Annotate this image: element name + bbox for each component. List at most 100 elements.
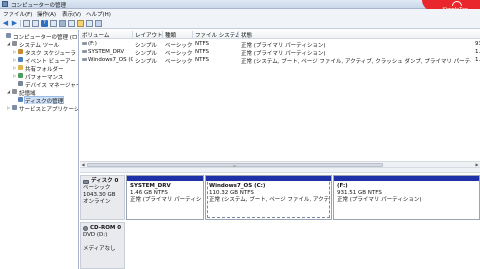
tree-item-label: システム ツール [19,42,60,49]
column-type[interactable]: 種類 [163,31,193,38]
tree-item[interactable]: ▷ イベント ビューアー [0,56,78,65]
column-filesystem[interactable]: ファイル システム [193,31,239,38]
shared-folder-icon [18,65,23,70]
partition-size: 110.32 GB NTFS [209,190,254,196]
disk-view-button[interactable] [59,20,66,27]
volume-cell: Windows7_OS (C:) [80,57,133,63]
performance-icon [18,73,23,78]
settings-button[interactable] [95,20,102,27]
tree-item-label: パフォーマンス [25,74,64,81]
volume-cell: シンプル [135,58,157,65]
disk-status: メディアなし [83,246,116,252]
storage-icon [12,89,17,94]
forward-button[interactable]: ▶ [11,20,18,27]
disk-0-label[interactable]: ディスク 0 ベーシック 1043.30 GB オンライン [80,175,125,220]
volume-name: SYSTEM_DRV [88,48,125,55]
volume-cell: NTFS [195,40,210,47]
tree-item[interactable]: ▷ サービスとアプリケーション [0,104,78,112]
partition-system-drv[interactable]: SYSTEM_DRV 1.46 GB NTFS 正常 (プライマリ パーティショ… [126,175,204,220]
menu-view[interactable]: 表示(V) [62,10,81,18]
cd-drive-icon [83,226,88,231]
tree-item-label: タスク スケジューラ [25,50,76,57]
tree-item[interactable]: ▷ タスク スケジューラ [0,48,78,57]
device-manager-icon [18,81,23,86]
toolbar: ◀ ▶ ? [0,18,480,29]
tree-item-label: 記憶域 [19,90,36,97]
tree-item[interactable]: コンピューターの管理 (ローカル) [0,32,78,41]
partition-status: 正常 (プライマリ パーティション) [337,197,422,203]
tree-item[interactable]: ディスクの管理 [0,96,78,104]
expand-arrow-icon [13,97,17,102]
tree-item[interactable]: ▷ パフォーマンス [0,72,78,81]
expand-arrow-icon[interactable]: ◢ [7,89,11,94]
column-volume[interactable]: ボリューム [80,31,133,38]
menu-file[interactable]: ファイル(F) [3,10,32,18]
disk-size: 1043.30 GB [83,192,116,198]
clock-icon [18,49,23,54]
cdrom-0-media-area[interactable] [126,222,480,269]
tree-item-label: イベント ビューアー [25,58,76,65]
services-icon [12,105,17,110]
computer-management-icon [6,33,11,38]
folder-button[interactable] [68,20,75,27]
disk-name: ディスク 0 [91,178,119,184]
tree-item[interactable]: デバイス マネージャー [0,80,78,88]
partition-size: 1.46 GB NTFS [130,190,168,196]
partition-name: SYSTEM_DRV [130,183,171,189]
partition-status: 正常 (プライマリ パーティション) [130,197,202,203]
expand-arrow-icon[interactable]: ◢ [7,41,11,46]
partition-bar [206,176,331,181]
show-hide-tree-button[interactable] [23,20,30,27]
disk-graphical-view: ディスク 0 ベーシック 1043.30 GB オンライン SYSTEM_DRV… [80,173,480,269]
partition-f[interactable]: (F:) 931.51 GB NTFS 正常 (プライマリ パーティション) [333,175,480,220]
partition-status: 正常 (システム, ブート, ページ ファイル, アクティブ [209,197,330,203]
volume-cell-clipped: 93 [475,40,480,47]
back-button[interactable]: ◀ [2,20,9,27]
expand-arrow-icon[interactable]: ▷ [13,49,17,54]
volume-cell: NTFS [195,56,210,63]
computer-management-icon [2,1,8,7]
expand-arrow-icon[interactable]: ▷ [13,73,17,78]
open-folder-button[interactable] [77,20,84,27]
volume-name: Windows7_OS (C:) [88,56,133,63]
column-layout[interactable]: レイアウト [133,31,163,38]
partition-name: (F:) [337,183,348,189]
scroll-thumb[interactable]: III [87,162,383,168]
volume-cell: ベーシック [165,58,193,65]
volume-icon [82,57,87,61]
disk-type: ベーシック [83,185,111,191]
expand-arrow-icon[interactable]: ▷ [13,65,17,70]
volume-cell-clipped: 1. [475,56,480,63]
volume-list: ボリューム レイアウト 種類 ファイル システム 状態 (F:) シンプル ベーシッ… [80,30,480,161]
volume-cell: NTFS [195,48,210,55]
volume-row[interactable]: SYSTEM_DRV シンプル ベーシック NTFS 正常 (プライマリ パーティション… [80,48,480,57]
menu-help[interactable]: ヘルプ(H) [86,10,111,18]
volume-cell-clipped: 1. [475,48,480,55]
menu-action[interactable]: 操作(A) [37,10,56,18]
volume-cell: (F:) [80,41,133,47]
partition-bar [334,176,479,181]
partition-bar [127,176,203,181]
window-title: コンピューターの管理 [11,3,67,9]
properties-button[interactable] [32,20,39,27]
volume-row[interactable]: (F:)シンプルベーシックNTFS正常 (プライマリ パーティション)93 [80,40,480,49]
help-button[interactable]: ? [41,20,48,27]
disk-status: オンライン [83,199,111,205]
refresh-button[interactable] [86,20,93,27]
cdrom-0-label[interactable]: CD-ROM 0 DVD (D:) メディアなし [80,222,125,269]
tools-icon [12,41,17,46]
tree-item-label: コンピューターの管理 (ローカル) [13,34,78,41]
volume-name: (F:) [88,40,97,47]
tree-item[interactable]: ▷ 共有フォルダー [0,64,78,72]
navigation-tree: コンピューターの管理 (ローカル)◢システム ツール▷タスク スケジューラ▷イベ… [0,30,79,269]
logo-wave-icon [452,1,462,6]
tree-item-label: ディスクの管理 [23,96,65,104]
volume-row[interactable]: Windows7_OS (C:)シンプル ベーシックNTFS 正常 (システム, ブ… [80,56,480,65]
expand-arrow-icon[interactable]: ▷ [13,57,17,62]
column-status[interactable]: 状態 [239,31,469,38]
tree-item[interactable]: ◢ システム ツール [0,40,78,49]
expand-arrow-icon[interactable]: ▷ [7,105,11,110]
tree-item[interactable]: ◢ 記憶域 [0,88,78,97]
view-button[interactable] [50,20,57,27]
partition-windows7-os[interactable]: Windows7_OS (C:) 110.32 GB NTFS 正常 (システム… [205,175,332,220]
